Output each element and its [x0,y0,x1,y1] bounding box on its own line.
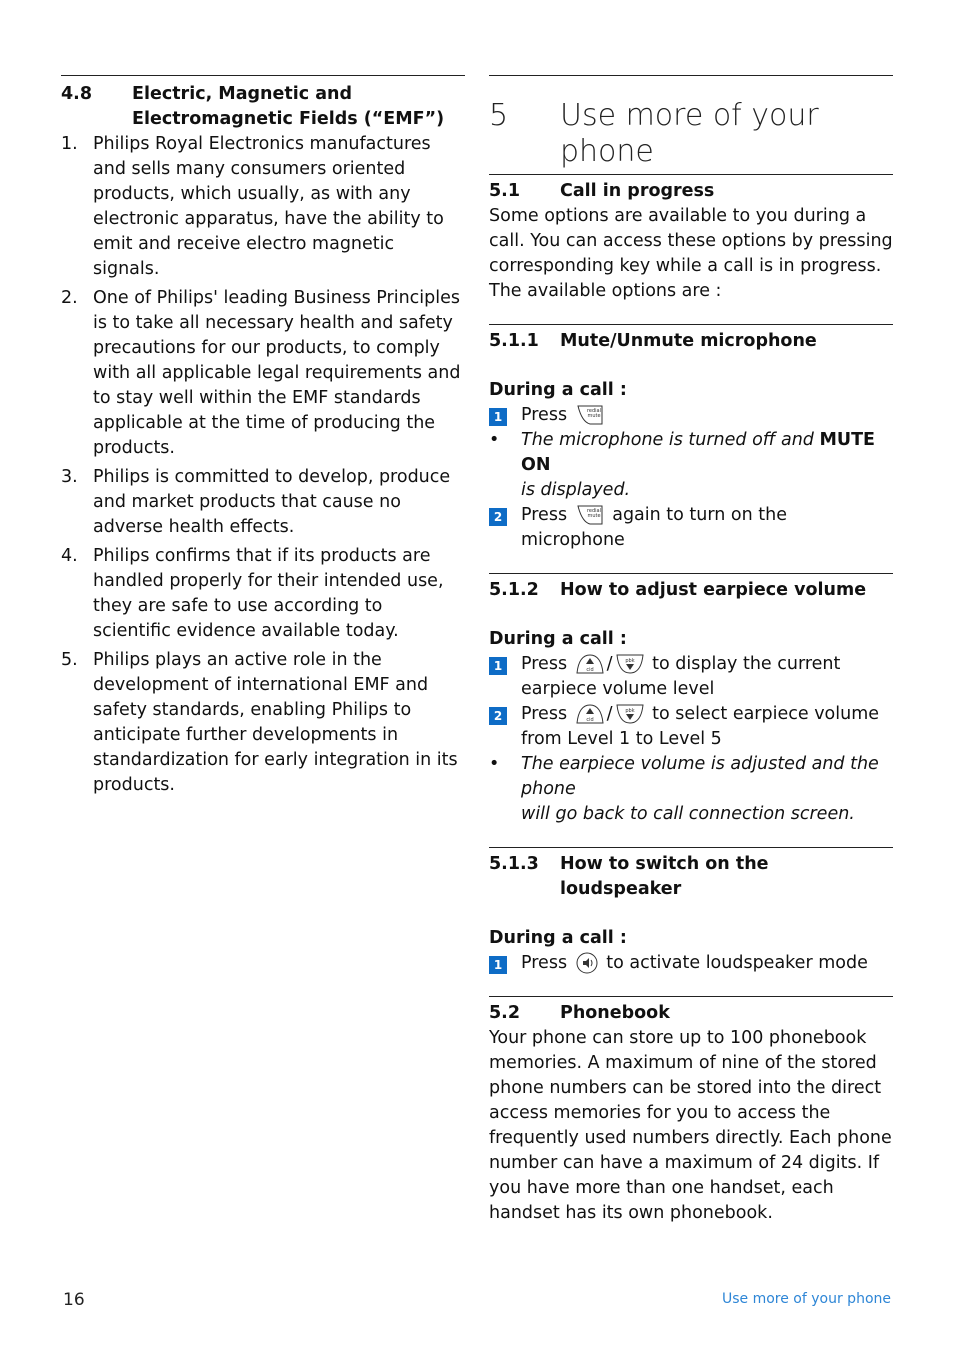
redial-mute-key-icon: redialmute [577,505,603,525]
volume-down-key-icon: pbk [615,654,644,674]
list-item: 2. One of Philips' leading Business Princ… [61,288,461,458]
section-heading-4-8: 4.8 Electric, Magnetic and Electromagnet… [61,82,465,132]
list-item: 1. Philips Royal Electronics manufactures… [61,134,444,279]
section-heading-5-1-1: 5.1.1 Mute/Unmute microphone [489,331,817,351]
section-heading-5-1-3: 5.1.3 How to switch on the loudspeaker [489,854,769,899]
step-2: 2 Press cid / pbk to select earpiece volum… [489,702,893,752]
section-heading-5-1-2: 5.1.2 How to adjust earpiece volume [489,580,867,600]
during-call-label: During a call : [489,380,627,400]
section-title-line2: Electromagnetic Fields (“EMF”) [132,109,445,129]
right-column: 5 Use more of your phone 5.1 Call in pro… [489,75,893,1226]
svg-text:pbk: pbk [625,658,634,664]
step-badge: 1 [489,408,507,426]
svg-text:pbk: pbk [625,708,634,714]
section-heading-5-2: 5.2 Phonebook [489,1003,670,1023]
volume-down-key-icon: pbk [615,704,644,724]
result-bullet: • The microphone is turned off and MUTE … [489,430,876,500]
step-1: 1 Press redial mute [489,403,893,428]
step-1: 1 Press cid / pbk to display the current ea… [489,652,893,702]
section-body: Some options are available to you during… [489,206,893,301]
loudspeaker-key-icon [576,952,598,974]
emf-list: 1. Philips Royal Electronics manufactures… [61,132,465,798]
list-item: 5. Philips plays an active role in the de… [61,650,458,795]
step-badge: 2 [489,508,507,526]
page-number: 16 [63,1290,85,1310]
section-title-line1: Electric, Magnetic and [132,84,353,104]
svg-text:cid: cid [586,667,593,673]
running-footer-title: Use more of your phone [721,1291,891,1307]
step-2: 2 Press redial mute again to turn on the … [489,503,893,553]
redial-mute-key-icon: redialmute [577,405,603,425]
during-call-label: During a call : [489,629,627,649]
section-rule [61,75,465,76]
volume-up-key-icon: cid [576,704,604,724]
during-call-label: During a call : [489,928,627,948]
svg-text:mute: mute [587,513,600,519]
volume-up-key-icon: cid [576,654,604,674]
result-bullet: • The earpiece volume is adjusted and th… [489,754,879,824]
list-item: 3. Philips is committed to develop, produ… [61,467,451,537]
section-heading-5-1: 5.1 Call in progress [489,181,715,201]
chapter-number: 5 [489,98,509,133]
step-1: 1 Press to activate loudspeaker mode [489,951,893,976]
chapter-title: Use more of your phone [560,98,819,169]
svg-text:mute: mute [587,413,600,419]
svg-text:cid: cid [586,717,593,723]
chapter-heading: 5 Use more of your phone [489,76,893,169]
left-column: 4.8 Electric, Magnetic and Electromagnet… [61,75,465,802]
section-body: Your phone can store up to 100 phonebook… [489,1028,892,1223]
list-item: 4. Philips confirms that if its products … [61,546,444,641]
section-number: 4.8 [61,84,93,104]
